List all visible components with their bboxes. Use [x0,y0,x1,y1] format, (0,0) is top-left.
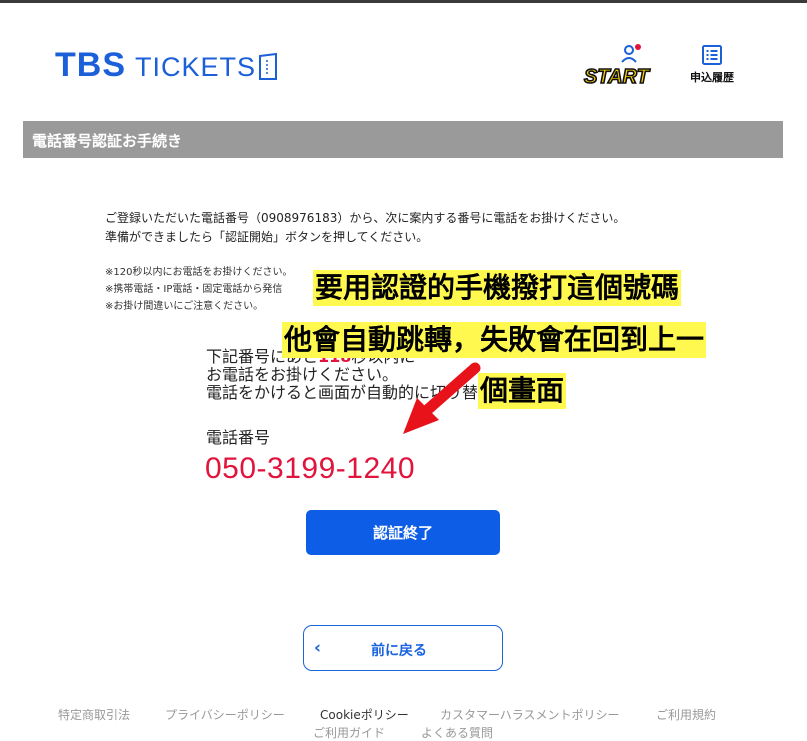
footer-link-cookie[interactable]: Cookieポリシー [320,706,409,723]
tbs-tickets-logo[interactable]: TBS TICKETS [55,48,278,82]
application-history-button[interactable]: 申込履歴 [686,44,738,85]
phone-number-label: 電話番号 [206,428,271,447]
section-title: 電話番号認証お手続き [32,132,183,150]
footer-link-harassment[interactable]: カスタマーハラスメントポリシー [440,706,620,723]
note-3: ※お掛け間違いにご注意ください。 [105,301,264,312]
user-icon [621,44,641,63]
footer-link-terms[interactable]: ご利用規約 [656,706,716,723]
note-2: ※携帯電話・IP電話・固定電話から発信 [105,284,283,295]
footer-link-commerce-law[interactable]: 特定商取引法 [58,706,130,723]
ticket-stub-icon [259,52,278,80]
annotation-line-1: 要用認證的手機撥打這個號碼 [313,270,682,306]
footer-links: 特定商取引法 プライバシーポリシー Cookieポリシー カスタマーハラスメント… [0,704,807,740]
red-arrow-icon [403,362,481,434]
end-authentication-button[interactable]: 認証終了 [306,510,500,555]
footer-link-faq[interactable]: よくある質問 [421,724,493,741]
logo-tickets-text: TICKETS [135,52,257,82]
intro-line-2: 準備ができましたら「認証開始」ボタンを押してください。 [105,230,429,244]
start-label: START [583,65,649,89]
history-label: 申込履歴 [690,71,734,84]
phone-number: 050-3199-1240 [205,452,416,485]
section-header: 電話番号認証お手続き [23,121,783,158]
annotation-line-3: 個畫面 [478,373,567,409]
start-button[interactable]: START [583,44,670,90]
back-button[interactable]: ‹ 前に戻る [303,625,503,671]
intro-text: ご登録いただいた電話番号（0908976183）から、次に案内する番号に電話をお… [105,209,625,247]
back-label: 前に戻る [371,643,427,659]
intro-line-1: ご登録いただいた電話番号（0908976183）から、次に案内する番号に電話をお… [105,211,626,225]
annotation-line-2: 他會自動跳轉，失敗會在回到上一 [282,322,707,358]
logo-tbs-text: TBS [55,46,126,84]
note-1: ※120秒以内にお電話をお掛けください。 [105,267,293,278]
footer-link-guide[interactable]: ご利用ガイド [313,724,385,741]
footer-link-privacy[interactable]: プライバシーポリシー [165,706,285,723]
top-border [0,0,807,3]
notes: ※120秒以内にお電話をお掛けください。 ※携帯電話・IP電話・固定電話から発信… [105,264,292,315]
list-icon [702,45,722,65]
chevron-left-icon: ‹ [314,638,322,658]
